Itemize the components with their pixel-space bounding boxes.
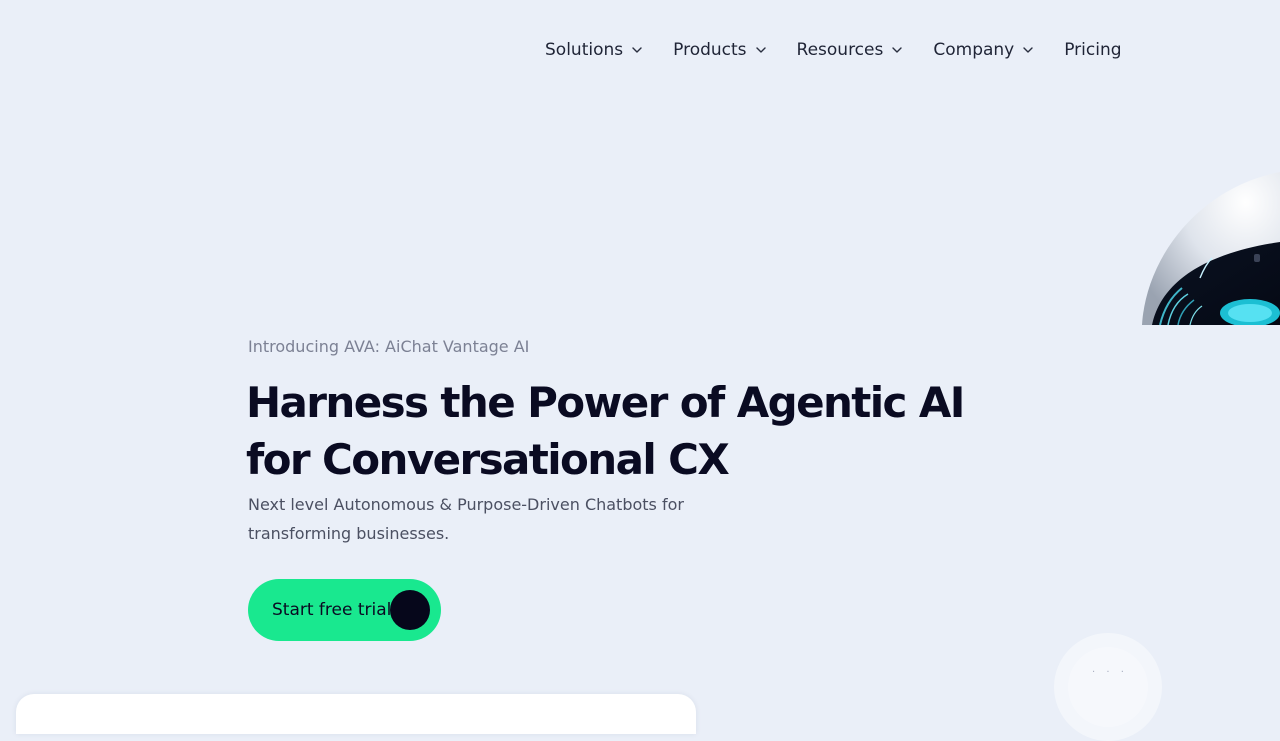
hero-subtext: Next level Autonomous & Purpose-Driven C… bbox=[248, 495, 684, 543]
hero-headline: Harness the Power of Agentic AI for Conv… bbox=[246, 374, 1046, 488]
hero-headline-line-2: for Conversational CX bbox=[246, 435, 730, 484]
chevron-down-icon bbox=[1023, 47, 1033, 53]
hero-eyebrow: Introducing AVA: AiChat Vantage AI bbox=[248, 337, 530, 356]
nav-item-label: Company bbox=[933, 40, 1015, 60]
bottom-card bbox=[16, 694, 696, 734]
cta-circle-icon bbox=[390, 590, 430, 630]
chevron-down-icon bbox=[755, 47, 766, 53]
nav-item-products[interactable]: Products bbox=[673, 40, 766, 60]
typing-dots-icon: · · · bbox=[1092, 667, 1128, 678]
robot-illustration bbox=[1138, 168, 1280, 325]
nav-item-solutions[interactable]: Solutions bbox=[545, 40, 643, 60]
nav-item-label: Pricing bbox=[1064, 40, 1122, 60]
nav-item-company[interactable]: Company bbox=[933, 40, 1034, 60]
main-nav: Solutions Products Resources Company Pri… bbox=[545, 36, 1122, 64]
nav-item-pricing[interactable]: Pricing bbox=[1064, 40, 1121, 60]
nav-item-label: Products bbox=[673, 40, 747, 60]
chevron-down-icon bbox=[632, 47, 642, 53]
chat-widget-button[interactable]: · · · bbox=[1054, 633, 1162, 741]
hero-headline-line-1: Harness the Power of Agentic AI bbox=[246, 378, 965, 427]
nav-item-resources[interactable]: Resources bbox=[797, 40, 904, 60]
chat-widget-inner bbox=[1068, 647, 1148, 727]
nav-item-label: Solutions bbox=[545, 40, 624, 60]
cta-label: Start free trial bbox=[272, 600, 392, 620]
nav-item-label: Resources bbox=[796, 40, 884, 60]
chevron-down-icon bbox=[892, 47, 903, 53]
start-free-trial-button[interactable]: Start free trial bbox=[248, 579, 441, 641]
